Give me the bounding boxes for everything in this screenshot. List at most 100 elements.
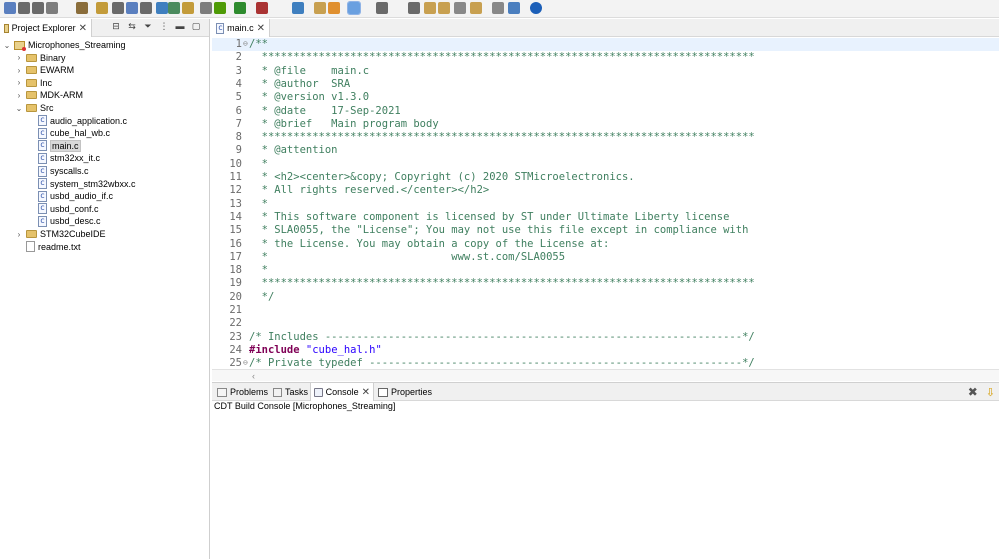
code-line[interactable]: 3 * @file main.c [212, 65, 999, 78]
tree-item[interactable]: ⌄ Src [15, 102, 54, 114]
filter-icon[interactable]: ⏷ [143, 21, 153, 31]
collapsed-arrow-icon[interactable]: › [15, 91, 23, 100]
scroll-lock-icon[interactable]: ⇩ [986, 386, 995, 399]
build-icon[interactable] [76, 2, 88, 14]
save-all-icon[interactable] [32, 2, 44, 14]
minimize-icon[interactable]: ▬ [175, 21, 185, 31]
code-line[interactable]: 9 * @attention [212, 144, 999, 157]
tab-problems[interactable]: Problems [214, 383, 271, 401]
save-icon[interactable] [18, 2, 30, 14]
tree-item[interactable]: stm32xx_it.c [27, 152, 100, 164]
prev-annotation-icon[interactable] [438, 2, 450, 14]
code-line[interactable]: 13 * [212, 198, 999, 211]
code-line[interactable]: 6 * @date 17-Sep-2021 [212, 105, 999, 118]
code-line[interactable]: 14 * This software component is licensed… [212, 211, 999, 224]
perspective-icon[interactable] [508, 2, 520, 14]
link-with-editor-icon[interactable]: ⇆ [127, 21, 137, 31]
close-icon[interactable]: ✕ [362, 387, 370, 398]
tree-item[interactable]: › Binary [15, 52, 66, 64]
code-line[interactable]: 11 * <h2><center>&copy; Copyright (c) 20… [212, 171, 999, 184]
run-icon[interactable] [234, 2, 246, 14]
expanded-arrow-icon[interactable]: ⌄ [15, 104, 23, 113]
sync-icon[interactable] [182, 2, 194, 14]
code-line[interactable]: 23 /* Includes --------------------------… [212, 331, 999, 344]
code-line[interactable]: 4 * @author SRA [212, 78, 999, 91]
back-icon[interactable] [470, 2, 482, 14]
remove-launch-icon[interactable]: ✖ [968, 385, 978, 399]
last-edit-icon[interactable] [454, 2, 466, 14]
tab-main-c[interactable]: main.c ✕ [212, 19, 270, 37]
close-icon[interactable]: ✕ [257, 23, 265, 34]
tab-console[interactable]: Console ✕ [310, 383, 374, 401]
external-tools-icon[interactable] [256, 2, 268, 14]
view-menu-icon[interactable]: ⋮ [159, 21, 169, 31]
tree-item[interactable]: main.c [27, 139, 81, 152]
terminal-icon[interactable] [292, 2, 304, 14]
tree-item[interactable]: usbd_audio_if.c [27, 190, 113, 202]
toggle-mark-icon[interactable] [347, 1, 361, 15]
marker-icon[interactable] [314, 2, 326, 14]
code-line[interactable]: 18 * [212, 264, 999, 277]
collapse-all-icon[interactable]: ⊟ [111, 21, 121, 31]
tab-tasks[interactable]: Tasks [270, 383, 311, 401]
code-line[interactable]: 17 * www.st.com/SLA0055 [212, 251, 999, 264]
tree-item[interactable]: audio_application.c [27, 115, 127, 127]
code-line[interactable]: 16 * the License. You may obtain a copy … [212, 238, 999, 251]
code-line[interactable]: 7 * @brief Main program body [212, 118, 999, 131]
code-line[interactable]: 25 ⊖/* Private typedef ------------------… [212, 357, 999, 369]
code-line[interactable]: 10 * [212, 158, 999, 171]
new-icon[interactable] [4, 2, 16, 14]
info-icon[interactable] [530, 2, 542, 14]
collapsed-arrow-icon[interactable]: › [15, 53, 23, 62]
code-line[interactable]: 1 ⊖/** [212, 38, 999, 52]
code-area[interactable]: 1 ⊖/** 2 *********************************… [212, 37, 999, 369]
open-type-icon[interactable] [168, 2, 180, 14]
tree-item[interactable]: › EWARM [15, 64, 75, 76]
tree-item[interactable]: usbd_conf.c [27, 203, 99, 215]
code-line[interactable]: 5 * @version v1.3.0 [212, 91, 999, 104]
code-line[interactable]: 21 [212, 304, 999, 317]
code-line[interactable]: 20 */ [212, 291, 999, 304]
tree-item[interactable]: system_stm32wbxx.c [27, 178, 136, 190]
code-line[interactable]: 19 *************************************… [212, 277, 999, 290]
tree-item[interactable]: syscalls.c [27, 165, 89, 177]
highlight-icon[interactable] [328, 2, 340, 14]
expanded-arrow-icon[interactable]: ⌄ [3, 41, 11, 50]
tree-item[interactable]: readme.txt [15, 241, 81, 253]
collapsed-arrow-icon[interactable]: › [15, 230, 23, 239]
collapsed-arrow-icon[interactable]: › [15, 66, 23, 75]
forward-icon[interactable] [492, 2, 504, 14]
horizontal-scrollbar[interactable]: ‹ [212, 369, 999, 381]
code-line[interactable]: 15 * SLA0055, the "License"; You may not… [212, 224, 999, 237]
tree-item-label: EWARM [40, 65, 75, 76]
code-line[interactable]: 12 * All rights reserved.</center></h2> [212, 184, 999, 197]
tree-item[interactable]: › MDK-ARM [15, 89, 83, 101]
code-line[interactable]: 8 **************************************… [212, 131, 999, 144]
next-annotation-icon[interactable] [424, 2, 436, 14]
block-select-icon[interactable] [376, 2, 388, 14]
code-line[interactable]: 2 **************************************… [212, 51, 999, 64]
search-icon[interactable] [126, 2, 138, 14]
new-class-icon[interactable] [156, 2, 168, 14]
tab-properties[interactable]: Properties [375, 383, 435, 401]
scroll-left-icon[interactable]: ‹ [252, 371, 255, 381]
code-line[interactable]: 22 [212, 317, 999, 330]
code-text: * @attention [249, 144, 338, 157]
whitespace-icon[interactable] [408, 2, 420, 14]
debug-icon[interactable] [214, 2, 226, 14]
refresh-icon[interactable] [200, 2, 212, 14]
close-icon[interactable]: ✕ [79, 23, 87, 34]
tab-project-explorer[interactable]: Project Explorer ✕ [0, 19, 92, 37]
history-icon[interactable] [46, 2, 58, 14]
print-icon[interactable] [112, 2, 124, 14]
settings-icon[interactable] [140, 2, 152, 14]
maximize-icon[interactable]: ▢ [191, 21, 201, 31]
tree-item[interactable]: cube_hal_wb.c [27, 127, 110, 139]
project-icon[interactable] [96, 2, 108, 14]
tree-item[interactable]: › STM32CubeIDE [15, 228, 106, 240]
tree-item[interactable]: ⌄ Microphones_Streaming [3, 39, 126, 51]
tree-item[interactable]: usbd_desc.c [27, 215, 101, 227]
code-line[interactable]: 24 #include "cube_hal.h" [212, 344, 999, 357]
collapsed-arrow-icon[interactable]: › [15, 78, 23, 87]
tree-item[interactable]: › Inc [15, 77, 52, 89]
